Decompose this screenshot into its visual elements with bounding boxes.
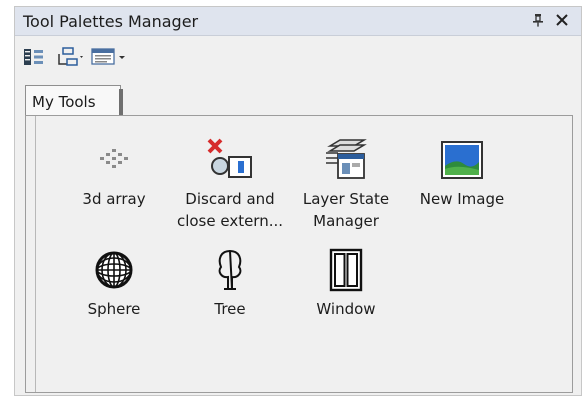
tab-strip: My Tools [15, 85, 581, 117]
tab-my-tools[interactable]: My Tools [25, 85, 121, 117]
tool-label: Discard and close extern... [176, 190, 284, 230]
tool-item[interactable]: Discard and close extern... [172, 138, 288, 232]
tab-label: My Tools [32, 92, 96, 111]
palette-content: 3d array Discard and close extern... Lay… [25, 115, 573, 393]
new-image-icon [437, 138, 487, 182]
tool-label: 3d array [82, 190, 146, 208]
toolbar [15, 45, 581, 69]
close-button[interactable] [553, 11, 571, 29]
pin-button[interactable] [529, 11, 547, 29]
view-options-button[interactable] [91, 45, 127, 69]
tool-item[interactable]: Tree [172, 248, 288, 320]
tool-item[interactable]: 3d array [56, 138, 172, 210]
tool-item[interactable]: Layer State Manager [288, 138, 404, 232]
palette-rail [35, 116, 36, 392]
3d-array-icon [89, 138, 139, 182]
pin-icon [533, 14, 543, 27]
layer-state-manager-icon [321, 138, 371, 182]
close-icon [556, 14, 568, 26]
tool-palettes-manager-window: Tool Palettes Manager My Tools 3d array … [14, 6, 582, 396]
tree-view-icon [24, 49, 43, 65]
hierarchy-button[interactable] [55, 45, 85, 69]
tool-label: New Image [419, 190, 505, 208]
title-bar: Tool Palettes Manager [15, 7, 581, 36]
tab-divider [119, 89, 123, 117]
tree-icon [205, 248, 255, 292]
sphere-icon [89, 248, 139, 292]
tool-item[interactable]: New Image [404, 138, 520, 210]
view-options-icon [91, 48, 125, 65]
tool-item[interactable]: Sphere [56, 248, 172, 320]
window-title: Tool Palettes Manager [23, 12, 199, 31]
tool-label: Tree [214, 300, 246, 318]
tool-label: Layer State Manager [302, 190, 390, 230]
tree-view-button[interactable] [23, 45, 45, 69]
tool-item[interactable]: Window [288, 248, 404, 320]
window-icon [321, 248, 371, 292]
hierarchy-icon [58, 47, 83, 66]
tool-label: Sphere [87, 300, 141, 318]
tool-label: Window [316, 300, 376, 318]
discard-close-xref-icon [205, 138, 255, 182]
